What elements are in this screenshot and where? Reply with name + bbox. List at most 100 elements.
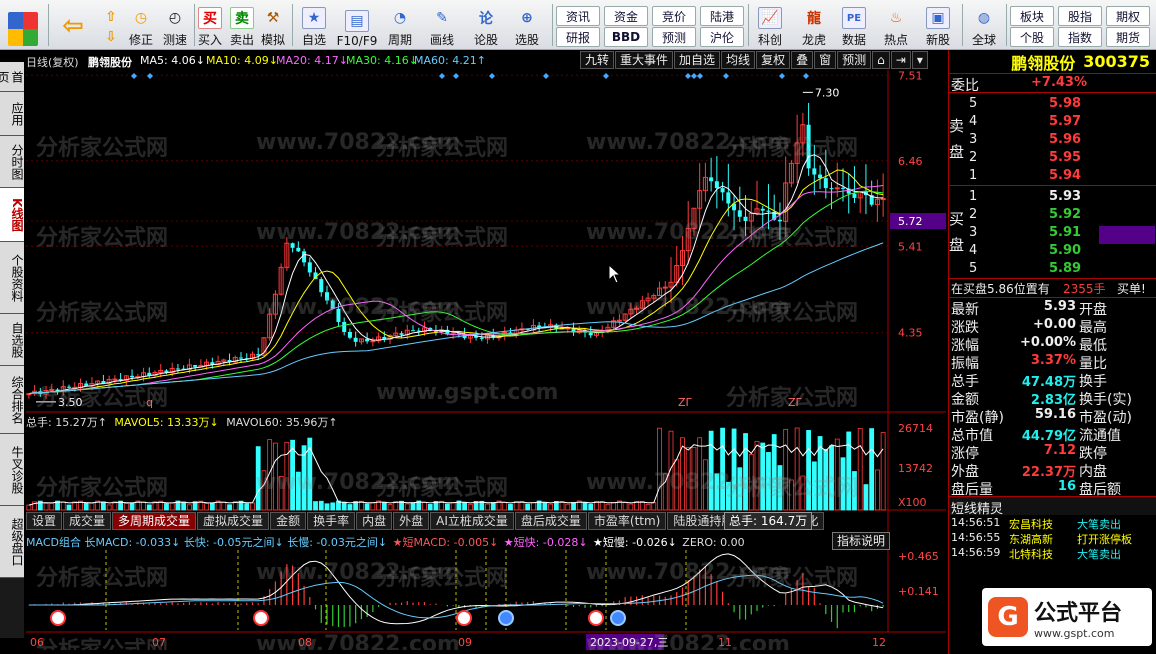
home-button[interactable] xyxy=(6,2,40,48)
hk-connect-button[interactable]: 陆港 xyxy=(700,6,744,26)
sell-row: 4 5.97 xyxy=(969,113,1149,131)
volume-bar xyxy=(422,501,427,511)
volume-bar xyxy=(628,503,634,511)
funds-button[interactable]: 资金 xyxy=(604,6,648,26)
sector-button[interactable]: 板块 xyxy=(1010,6,1054,26)
volume-info-line: 总手: 15.27万↑ MAVOL5: 13.33万↓ MAVOL60: 35.… xyxy=(26,414,338,430)
draw-line-button[interactable]: ✎ 画线 xyxy=(424,2,460,48)
volume-bar xyxy=(611,502,617,511)
tab-profile[interactable]: 个股资料 xyxy=(0,242,24,314)
stock-button[interactable]: 个股 xyxy=(1010,27,1054,47)
tab-home[interactable]: 首页 xyxy=(0,62,24,92)
back-button[interactable]: ⇦ xyxy=(56,2,90,48)
speed-test-label: 测速 xyxy=(162,33,187,47)
tick-row[interactable]: 14:56:59 北特科技 大笔卖出 xyxy=(949,545,1156,561)
news-button[interactable]: 资讯 xyxy=(556,6,600,26)
indicator-tab[interactable]: AI立桩成交量 xyxy=(430,512,514,530)
tab-diagnosis[interactable]: 牛叉诊股 xyxy=(0,434,24,506)
auction-button[interactable]: 竞价 xyxy=(652,6,696,26)
volume-bar xyxy=(427,503,433,511)
f10-button[interactable]: ▤ F10/F9 xyxy=(336,2,378,48)
futures-button[interactable]: 期货 xyxy=(1106,27,1150,47)
stat-right-label: 盘后额 xyxy=(1079,482,1121,498)
watchlist-button[interactable]: ★ 自选 xyxy=(296,2,332,48)
tick-row[interactable]: 14:56:55 东湖高新 打开涨停板 xyxy=(949,530,1156,546)
indicator-tab[interactable]: 虚拟成交量 xyxy=(197,512,270,530)
indicator-tab[interactable]: 成交量 xyxy=(63,512,112,530)
options-button[interactable]: 期权 xyxy=(1106,6,1150,26)
tab-super-book[interactable]: 超级盘口 xyxy=(0,506,24,578)
fire-icon: ♨ xyxy=(889,10,903,26)
buy-button[interactable]: 买 买入 xyxy=(196,2,224,48)
candle-body xyxy=(823,178,828,189)
macd-tick-label: +0.465 xyxy=(898,550,939,563)
global-button[interactable]: ◍ 全球 xyxy=(966,2,1002,48)
volume-bar xyxy=(186,504,192,511)
indicator-tab[interactable]: 金额 xyxy=(270,512,307,530)
kline-svg: 7.51 6.46 5.72 5.41 4.35 7.30 3.50 q ΖΓ ΖΓ 26714 13… xyxy=(26,69,946,650)
revise-button[interactable]: ◷ 修正 xyxy=(126,2,156,48)
dragon-tiger-button[interactable]: 龍 龙虎 xyxy=(796,2,832,48)
indicator-tab[interactable]: 盘后成交量 xyxy=(514,512,587,530)
bbd-button[interactable]: BBD xyxy=(604,27,648,47)
period-button[interactable]: ◔ 周期 xyxy=(382,2,418,48)
discuss-button[interactable]: 论 论股 xyxy=(468,2,504,48)
star-market-button[interactable]: 📈 科创 xyxy=(752,2,788,48)
tick-time: 14:56:51 xyxy=(951,516,1001,529)
tab-watchlist[interactable]: 自选股 xyxy=(0,314,24,366)
up-down-button[interactable]: ⇧ ⇩ xyxy=(98,2,124,48)
indicator-tab[interactable]: 多周期成交量 xyxy=(112,512,197,530)
volume-bar xyxy=(43,502,49,511)
macd-short-fast-label: ★短快: -0.028↓ xyxy=(503,536,588,549)
price-tick-label: 7.51 xyxy=(898,69,923,82)
stat-value: 5.93 xyxy=(1043,299,1076,314)
data-button[interactable]: PE 数据 xyxy=(836,2,872,48)
shanghai-london-button[interactable]: 沪伦 xyxy=(700,27,744,47)
tick-row[interactable]: 14:56:51 宏昌科技 大笔卖出 xyxy=(949,515,1156,531)
index-button[interactable]: 指数 xyxy=(1058,27,1102,47)
indicator-tab[interactable]: 外盘 xyxy=(393,512,430,530)
indicator-tab[interactable]: 设置 xyxy=(26,512,63,530)
candle-body xyxy=(410,330,416,332)
ma10-line xyxy=(28,169,884,395)
simulate-button[interactable]: ⚒ 模拟 xyxy=(258,2,288,48)
sell-button[interactable]: 卖 卖出 xyxy=(228,2,256,48)
volume-bar xyxy=(754,441,760,511)
indicator-desc-button[interactable]: 指标说明 xyxy=(832,532,891,550)
sell-side-label: 卖盘 xyxy=(949,117,965,161)
macd-short-slow-label: ★短慢: -0.026↓ xyxy=(593,536,677,549)
research-button[interactable]: 研报 xyxy=(556,27,600,47)
indicator-tab[interactable]: 内盘 xyxy=(356,512,393,530)
sell-level: 1 xyxy=(969,168,978,183)
indicator-tab[interactable]: 换手率 xyxy=(307,512,356,530)
candle-body xyxy=(238,357,244,359)
tab-kline[interactable]: K线图 xyxy=(0,188,24,242)
volume-bar xyxy=(657,427,662,511)
stat-row: 外盘 22.37万 内盘 xyxy=(949,460,1156,480)
buy-row: 2 5.92 xyxy=(969,206,1149,224)
volume-bar xyxy=(685,447,691,511)
volume-bar xyxy=(702,459,708,511)
mavol5-label: MAVOL5: 13.33万↓ xyxy=(114,416,219,429)
index-futures-button[interactable]: 股指 xyxy=(1058,6,1102,26)
buy-signal-icon xyxy=(456,610,472,626)
kline-chart-area[interactable]: 日线(复权) 鹏翎股份 MA5: 4.06↓ MA10: 4.09↓ MA20:… xyxy=(26,50,946,652)
new-stock-button[interactable]: ▣ 新股 xyxy=(920,2,956,48)
speed-test-button[interactable]: ◴ 测速 xyxy=(158,2,192,48)
tab-intraday[interactable]: 分时图 xyxy=(0,136,24,188)
sell-price: 5.98 xyxy=(1049,96,1082,111)
volume-bar xyxy=(880,432,886,511)
buy-icon: 买 xyxy=(198,7,222,29)
forecast-button[interactable]: 预测 xyxy=(652,27,696,47)
indicator-tab[interactable]: 市盈率(ttm) xyxy=(587,512,667,530)
candle-body xyxy=(49,388,55,391)
tab-ranking[interactable]: 综合排名 xyxy=(0,366,24,434)
hot-button[interactable]: ♨ 热点 xyxy=(878,2,914,48)
candle-body xyxy=(760,208,765,211)
volume-bar xyxy=(794,427,800,511)
tab-apps[interactable]: 应用 xyxy=(0,92,24,136)
volume-bar xyxy=(278,476,284,511)
buy-price: 5.92 xyxy=(1049,207,1082,222)
stock-picker-button[interactable]: ⊕ 选股 xyxy=(508,2,546,48)
volume-tick-label: X100 xyxy=(898,496,927,509)
